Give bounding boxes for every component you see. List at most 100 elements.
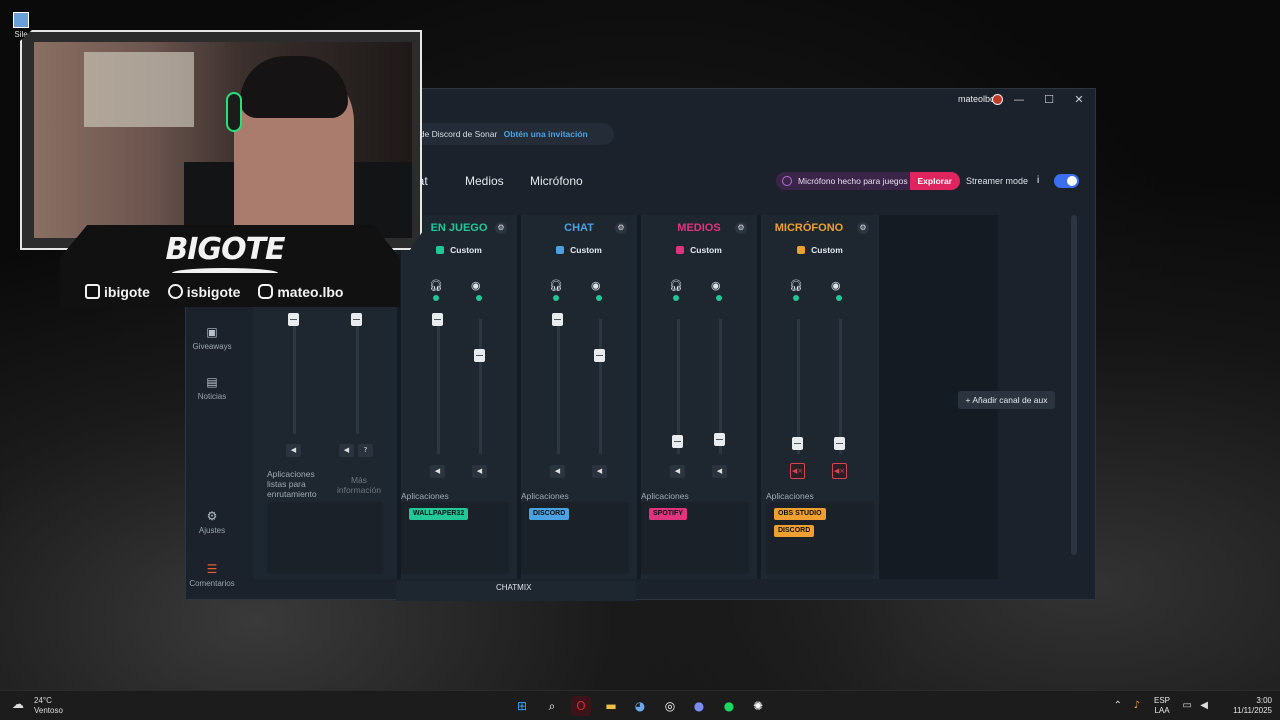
app-chip[interactable]: DISCORD xyxy=(774,525,815,537)
mute-button[interactable]: ◀ xyxy=(670,465,685,478)
preset-selector[interactable]: Custom xyxy=(521,245,637,255)
volume-slider[interactable] xyxy=(288,313,299,326)
muted-button[interactable]: ◀× xyxy=(832,463,847,479)
discord-icon[interactable]: ● xyxy=(689,696,709,716)
avatar[interactable] xyxy=(992,94,1003,105)
explore-button[interactable]: Explorar xyxy=(909,172,960,190)
sidebar-item-label: Comentarios xyxy=(189,579,235,588)
mute-button[interactable]: ◀ xyxy=(339,444,354,457)
status-dot xyxy=(836,295,842,301)
more-info-link[interactable]: Más información xyxy=(333,475,385,495)
volume-slider[interactable] xyxy=(714,433,725,446)
streamer-mode-toggle[interactable] xyxy=(1054,174,1079,188)
status-dot xyxy=(716,295,722,301)
volume-slider[interactable] xyxy=(834,437,845,450)
status-dot xyxy=(596,295,602,301)
apps-label: Aplicaciones xyxy=(401,491,449,501)
shortcut-icon xyxy=(13,12,29,28)
gear-icon: ⚙ xyxy=(206,509,218,523)
preset-selector[interactable]: Custom xyxy=(641,245,757,255)
instagram-icon xyxy=(258,284,274,299)
mustache-icon xyxy=(172,268,278,278)
windows-start-icon[interactable]: ⊞ xyxy=(512,696,532,716)
close-button[interactable]: ✕ xyxy=(1071,92,1087,108)
sidebar-item-feedback[interactable]: ☰ Comentarios xyxy=(186,562,238,588)
volume-slider[interactable] xyxy=(351,313,362,326)
maximize-button[interactable]: ☐ xyxy=(1041,92,1057,108)
search-icon[interactable]: ⌕ xyxy=(542,696,562,716)
spotify-icon[interactable]: ● xyxy=(719,696,739,716)
social-tiktok: isbigote xyxy=(167,284,240,300)
headphones-icon: 🎧︎ xyxy=(789,279,803,292)
app-chip[interactable]: OBS STUDIO xyxy=(774,508,826,520)
status-dot xyxy=(793,295,799,301)
mute-button[interactable]: ◀ xyxy=(430,465,445,478)
hearing-button[interactable]: ? xyxy=(358,444,373,457)
app-chip[interactable]: SPOTIFY xyxy=(649,508,687,520)
routing-text: Aplicaciones listas para enrutamiento xyxy=(267,469,317,499)
opera-gx-icon[interactable]: O xyxy=(571,696,591,716)
muted-button[interactable]: ◀× xyxy=(790,463,805,479)
apps-label: Aplicaciones xyxy=(766,491,814,501)
tab-media[interactable]: Medios xyxy=(465,174,504,188)
add-aux-channel-button[interactable]: + Añadir canal de aux xyxy=(958,391,1055,409)
channel-settings-icon[interactable]: ⚙ xyxy=(857,222,869,234)
volume-track xyxy=(479,319,482,454)
sidebar-item-news[interactable]: ▤ Noticias xyxy=(186,375,238,401)
channel-microphone: MICRÓFONO ⚙ Custom 🎧︎ ◉ ◀× ◀× Aplicacion… xyxy=(761,215,879,579)
social-twitch-kick: ibigote xyxy=(85,284,150,300)
channel-game: EN JUEGO ⚙ Custom 🎧︎ ◉ ◀ ◀ Aplicaciones … xyxy=(401,215,517,579)
status-dot xyxy=(433,295,439,301)
weather-widget[interactable]: ☁ 24°C Ventoso xyxy=(12,696,63,716)
preset-selector[interactable]: Custom xyxy=(761,245,879,255)
app-chip[interactable]: WALLPAPER32 xyxy=(409,508,469,520)
channel-settings-icon[interactable]: ⚙ xyxy=(495,222,507,234)
chevron-up-icon[interactable]: ⌃ xyxy=(1114,700,1122,711)
mute-button[interactable]: ◀ xyxy=(472,465,487,478)
sidebar-item-settings[interactable]: ⚙ Ajustes xyxy=(186,509,238,535)
channel-settings-icon[interactable]: ⚙ xyxy=(615,222,627,234)
minimize-button[interactable]: — xyxy=(1011,92,1027,108)
channel-title: MICRÓFONO xyxy=(774,222,844,234)
broadcast-icon: ◉ xyxy=(591,279,601,292)
tiktok-icon xyxy=(167,284,183,299)
volume-slider[interactable] xyxy=(594,349,605,362)
preset-color-icon xyxy=(556,246,565,254)
mute-button[interactable]: ◀ xyxy=(712,465,727,478)
mic-promo-icon xyxy=(782,176,792,186)
keyboard-layout: LAA xyxy=(1154,706,1170,715)
info-icon[interactable]: i xyxy=(1037,175,1039,186)
volume-slider[interactable] xyxy=(432,313,443,326)
steam-icon[interactable]: ◕ xyxy=(630,696,650,716)
news-icon: ▤ xyxy=(206,375,218,389)
invite-link[interactable]: Obtén una invitación xyxy=(504,129,588,139)
mute-button[interactable]: ◀ xyxy=(286,444,301,457)
volume-slider[interactable] xyxy=(552,313,563,326)
volume-icon[interactable]: ◀ xyxy=(1200,700,1208,711)
volume-slider[interactable] xyxy=(672,435,683,448)
clock-date: 11/11/2025 xyxy=(1233,706,1272,715)
sidebar-item-giveaways[interactable]: ▣ Giveaways xyxy=(186,325,238,351)
mute-button[interactable]: ◀ xyxy=(550,465,565,478)
preset-selector[interactable]: Custom xyxy=(401,245,517,255)
tab-microphone[interactable]: Micrófono xyxy=(530,174,583,188)
apps-box: DISCORD xyxy=(521,502,629,574)
obs-icon[interactable]: ◎ xyxy=(660,696,680,716)
scrollbar[interactable] xyxy=(1071,215,1077,555)
steelseries-gg-icon[interactable]: ✺ xyxy=(748,696,768,716)
volume-slider[interactable] xyxy=(474,349,485,362)
volume-slider[interactable] xyxy=(792,437,803,450)
language-indicator[interactable]: ESP LAA xyxy=(1150,696,1174,716)
microphone-icon[interactable]: ♪ xyxy=(1134,700,1140,711)
clock[interactable]: 3:00 11/11/2025 xyxy=(1220,696,1272,716)
mute-button[interactable]: ◀ xyxy=(592,465,607,478)
monitor-icon[interactable]: ▭ xyxy=(1183,700,1192,711)
file-explorer-icon[interactable]: ▬ xyxy=(601,696,621,716)
sidebar-item-label: Noticias xyxy=(197,392,227,401)
sidebar: ▣ Giveaways ▤ Noticias ⚙ Ajustes ☰ Comen… xyxy=(186,319,238,599)
language-code: ESP xyxy=(1153,696,1170,705)
channel-settings-icon[interactable]: ⚙ xyxy=(735,222,747,234)
weather-temperature: 24°C xyxy=(34,696,52,705)
apps-label: Aplicaciones xyxy=(521,491,569,501)
app-chip[interactable]: DISCORD xyxy=(529,508,570,520)
